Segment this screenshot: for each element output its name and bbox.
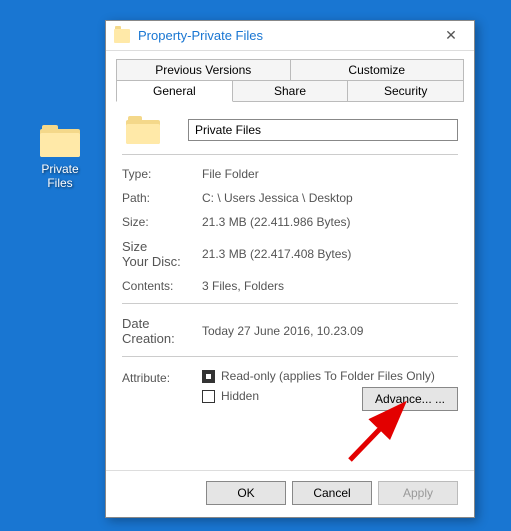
size-on-disk-label: Size Your Disc: [122,239,202,269]
tab-general[interactable]: General [116,80,233,102]
folder-icon [114,29,130,43]
tab-security[interactable]: Security [348,80,464,102]
date-creation-label: Date Creation: [122,316,202,346]
dialog-buttons: OK Cancel Apply [106,470,474,517]
desktop-folder-private-files[interactable]: Private Files [30,125,90,190]
tab-customize[interactable]: Customize [290,59,465,80]
type-label: Type: [122,167,202,181]
hidden-label: Hidden [221,389,259,403]
desktop-folder-label: Private Files [30,162,90,190]
type-value: File Folder [202,167,458,181]
ok-button[interactable]: OK [206,481,286,505]
divider [122,303,458,304]
divider [122,154,458,155]
general-tab-content: Type: File Folder Path: C: \ Users Jessi… [106,102,474,470]
path-label: Path: [122,191,202,205]
readonly-label: Read-only (applies To Folder Files Only) [221,369,435,383]
checkbox-icon [202,390,215,403]
checkbox-icon [202,370,215,383]
folder-name-input[interactable] [188,119,458,141]
titlebar[interactable]: Property-Private Files ✕ [106,21,474,51]
attribute-label: Attribute: [122,369,202,411]
apply-button[interactable]: Apply [378,481,458,505]
readonly-checkbox-row[interactable]: Read-only (applies To Folder Files Only) [202,369,458,383]
size-value: 21.3 MB (22.411.986 Bytes) [202,215,458,229]
contents-value: 3 Files, Folders [202,279,458,293]
size-on-disk-value: 21.3 MB (22.417.408 Bytes) [202,247,458,261]
properties-dialog: Property-Private Files ✕ Previous Versio… [105,20,475,518]
contents-label: Contents: [122,279,202,293]
size-label: Size: [122,215,202,229]
cancel-button[interactable]: Cancel [292,481,372,505]
date-creation-value: Today 27 June 2016, 10.23.09 [202,324,458,338]
divider [122,356,458,357]
close-button[interactable]: ✕ [436,27,466,44]
dialog-title: Property-Private Files [138,28,436,43]
tab-share[interactable]: Share [233,80,349,102]
tab-previous-versions[interactable]: Previous Versions [116,59,290,80]
folder-icon [40,125,80,157]
advanced-button[interactable]: Advance... ... [362,387,458,411]
path-value: C: \ Users Jessica \ Desktop [202,191,458,205]
folder-icon [126,116,160,144]
